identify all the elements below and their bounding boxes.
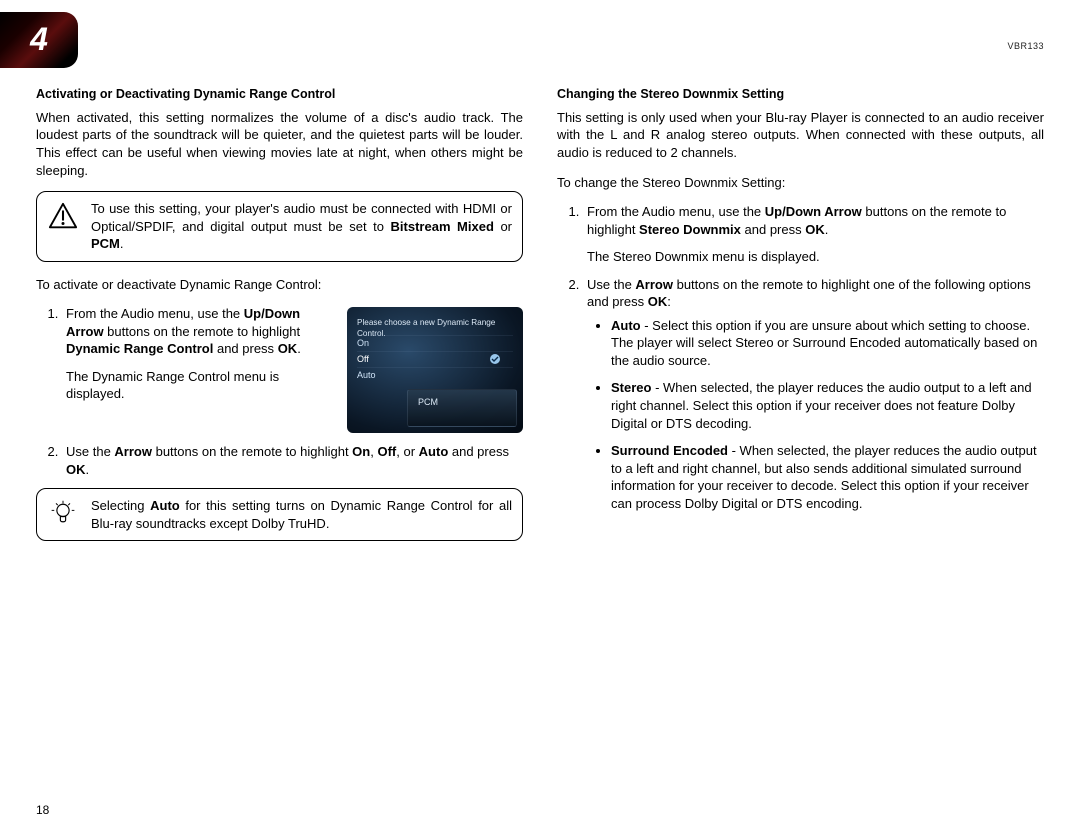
left-steps: From the Audio menu, use the Up/Down Arr… <box>58 305 523 478</box>
s1-result: The Dynamic Range Control menu is displa… <box>66 368 333 403</box>
ss-row-on: On <box>357 335 513 350</box>
tip-b1: Auto <box>150 498 180 513</box>
s1b3: OK <box>278 341 298 356</box>
o3n: Surround Encoded <box>611 443 728 458</box>
option-surround: Surround Encoded - When selected, the pl… <box>611 442 1044 512</box>
check-icon <box>489 353 501 365</box>
ss-pcm: PCM <box>418 396 438 408</box>
ss-off-label: Off <box>357 353 369 365</box>
warning-icon <box>47 200 79 232</box>
s1a: From the Audio menu, use the <box>66 306 244 321</box>
right-step-1: From the Audio menu, use the Up/Down Arr… <box>583 203 1044 266</box>
r1a: From the Audio menu, use the <box>587 204 765 219</box>
warn-mid: or <box>494 219 512 234</box>
right-heading: Changing the Stereo Downmix Setting <box>557 86 1044 103</box>
warn-b2: PCM <box>91 236 120 251</box>
tip-text: Selecting Auto for this setting turns on… <box>91 497 512 532</box>
left-intro: When activated, this setting normalizes … <box>36 109 523 179</box>
ss-row-off: Off <box>357 351 513 366</box>
content-columns: Activating or Deactivating Dynamic Range… <box>36 86 1044 555</box>
right-lead: To change the Stereo Downmix Setting: <box>557 174 1044 192</box>
s2d: , or <box>396 444 418 459</box>
s2b1: Arrow <box>114 444 152 459</box>
s2b4: Auto <box>419 444 449 459</box>
r2a: Use the <box>587 277 635 292</box>
r2b1: Arrow <box>635 277 673 292</box>
s2a: Use the <box>66 444 114 459</box>
s1b: buttons on the remote to highlight <box>104 324 301 339</box>
s2e: and press <box>448 444 509 459</box>
r2c: : <box>667 294 671 309</box>
r1c: and press <box>741 222 805 237</box>
right-steps: From the Audio menu, use the Up/Down Arr… <box>579 203 1044 512</box>
r1b1: Up/Down Arrow <box>765 204 862 219</box>
o2n: Stereo <box>611 380 651 395</box>
left-step-1: From the Audio menu, use the Up/Down Arr… <box>62 305 523 433</box>
o1n: Auto <box>611 318 641 333</box>
r1-result: The Stereo Downmix menu is displayed. <box>587 248 1044 266</box>
warn-b1: Bitstream Mixed <box>391 219 494 234</box>
s2b3: Off <box>377 444 396 459</box>
warn-post: . <box>120 236 124 251</box>
r1b3: OK <box>805 222 825 237</box>
option-auto: Auto - Select this option if you are uns… <box>611 317 1044 370</box>
options-list: Auto - Select this option if you are uns… <box>611 317 1044 512</box>
left-lead: To activate or deactivate Dynamic Range … <box>36 276 523 294</box>
o1t: - Select this option if you are unsure a… <box>611 318 1037 368</box>
s2b5: OK <box>66 462 86 477</box>
left-heading: Activating or Deactivating Dynamic Range… <box>36 86 523 103</box>
chapter-number: 4 <box>30 18 48 61</box>
option-stereo: Stereo - When selected, the player reduc… <box>611 379 1044 432</box>
s2f: . <box>86 462 90 477</box>
s2b: buttons on the remote to highlight <box>152 444 352 459</box>
lightbulb-icon <box>47 497 79 529</box>
o2t: - When selected, the player reduces the … <box>611 380 1032 430</box>
ss-panel: PCM <box>407 389 517 427</box>
left-step-2: Use the Arrow buttons on the remote to h… <box>62 443 523 478</box>
tip-callout: Selecting Auto for this setting turns on… <box>36 488 523 541</box>
page-number: 18 <box>36 802 49 818</box>
r2b2: OK <box>648 294 668 309</box>
s2b2: On <box>352 444 370 459</box>
left-column: Activating or Deactivating Dynamic Range… <box>36 86 523 555</box>
right-column: Changing the Stereo Downmix Setting This… <box>557 86 1044 555</box>
warning-callout: To use this setting, your player's audio… <box>36 191 523 262</box>
menu-screenshot: Please choose a new Dynamic Range Contro… <box>347 307 523 433</box>
r1d: . <box>825 222 829 237</box>
right-intro: This setting is only used when your Blu-… <box>557 109 1044 162</box>
s1d: . <box>297 341 301 356</box>
right-step-2: Use the Arrow buttons on the remote to h… <box>583 276 1044 513</box>
s1c: and press <box>213 341 277 356</box>
warning-text: To use this setting, your player's audio… <box>91 200 512 253</box>
r1b2: Stereo Downmix <box>639 222 741 237</box>
chapter-tab: 4 <box>0 12 78 68</box>
s1b2: Dynamic Range Control <box>66 341 213 356</box>
tip-a: Selecting <box>91 498 150 513</box>
ss-row-auto: Auto <box>357 367 513 382</box>
model-label: VBR133 <box>1007 40 1044 52</box>
